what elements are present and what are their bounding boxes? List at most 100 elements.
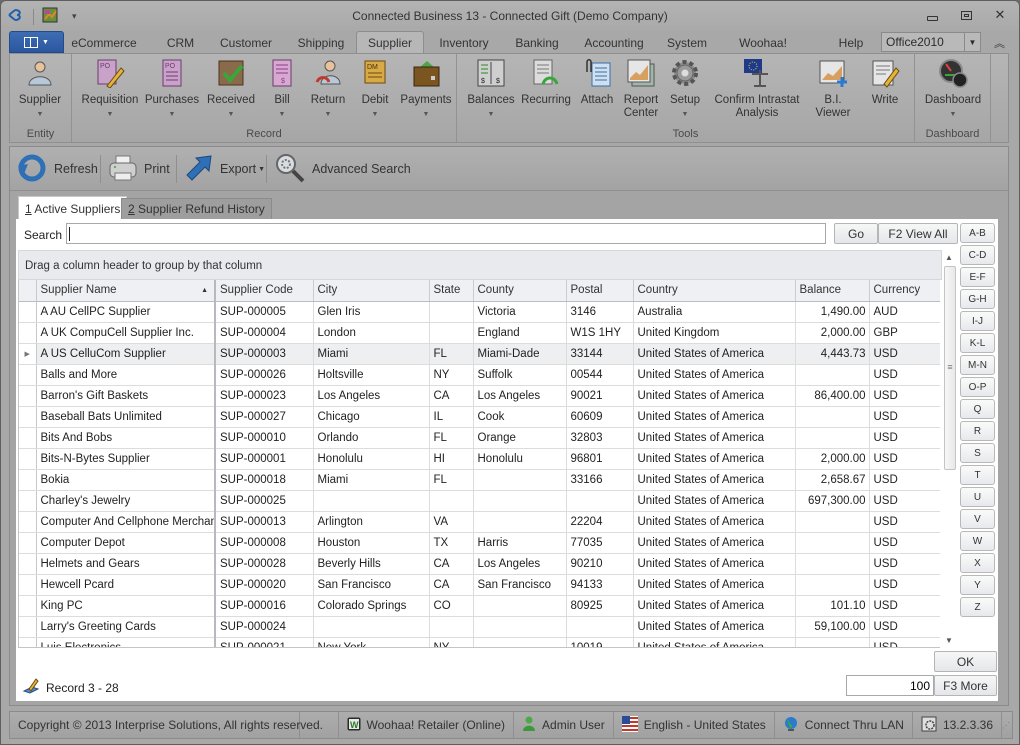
confirm-intrastat-analysis-button[interactable]: Confirm Intrastat Analysis (709, 56, 805, 120)
cell-country[interactable]: United States of America (633, 448, 796, 470)
cell-supplier-code[interactable]: SUP-000026 (215, 364, 314, 386)
payments-button[interactable]: Payments ▼ (398, 56, 454, 121)
ribbon-tab-supplier[interactable]: Supplier (356, 31, 424, 53)
cell-county[interactable]: Los Angeles (473, 385, 567, 407)
ribbon-tab-customer[interactable]: Customer (211, 34, 281, 53)
table-row[interactable]: A AU CellPC Supplier SUP-000005 Glen Iris V… (19, 301, 940, 323)
setup-button[interactable]: Setup ▼ (667, 56, 703, 121)
cell-currency[interactable]: USD (869, 553, 940, 575)
cell-state[interactable]: VA (429, 511, 474, 533)
cell-supplier-name[interactable]: Baseball Bats Unlimited (36, 406, 216, 428)
ribbon-tab-ecommerce[interactable]: eCommerce (69, 34, 139, 53)
cell-supplier-code[interactable]: SUP-000003 (215, 343, 314, 365)
column-header-supplier-code[interactable]: Supplier Code (215, 280, 314, 302)
alpha-filter-u[interactable]: U (960, 487, 995, 507)
supplier-button[interactable]: Supplier ▼ (16, 56, 64, 121)
cell-city[interactable]: Los Angeles (313, 385, 430, 407)
cell-city[interactable]: San Francisco (313, 574, 430, 596)
cell-supplier-name[interactable]: Balls and More (36, 364, 216, 386)
cell-supplier-name[interactable]: Computer And Cellphone Merchant (36, 511, 216, 533)
cell-balance[interactable] (795, 427, 870, 449)
ok-button[interactable]: OK (934, 651, 997, 672)
cell-country[interactable]: United States of America (633, 469, 796, 491)
row-indicator[interactable] (19, 511, 37, 533)
return-button[interactable]: Return ▼ (306, 56, 350, 121)
cell-supplier-code[interactable]: SUP-000010 (215, 427, 314, 449)
cell-county[interactable]: Cook (473, 406, 567, 428)
cell-city[interactable]: Glen Iris (313, 301, 430, 323)
cell-supplier-name[interactable]: King PC (36, 595, 216, 617)
cell-supplier-name[interactable]: Barron's Gift Baskets (36, 385, 216, 407)
cell-county[interactable]: Victoria (473, 301, 567, 323)
row-indicator[interactable] (19, 637, 37, 647)
table-row[interactable]: Barron's Gift Baskets SUP-000023 Los Angel… (19, 385, 940, 407)
cell-county[interactable]: Honolulu (473, 448, 567, 470)
ribbon-tab-system[interactable]: System (661, 34, 713, 53)
cell-balance[interactable] (795, 532, 870, 554)
table-row[interactable]: Bokia SUP-000018 Miami FL 33166 United States… (19, 469, 940, 491)
bi-viewer-button[interactable]: B.I. Viewer (807, 56, 859, 120)
row-indicator[interactable] (19, 532, 37, 554)
cell-supplier-code[interactable]: SUP-000001 (215, 448, 314, 470)
bill-button[interactable]: $ Bill ▼ (264, 56, 300, 121)
cell-city[interactable]: Houston (313, 532, 430, 554)
table-row[interactable]: Bits-N-Bytes Supplier SUP-000001 Honolulu H… (19, 448, 940, 470)
cell-city[interactable]: Miami (313, 343, 430, 365)
cell-state[interactable]: NY (429, 364, 474, 386)
cell-country[interactable]: United States of America (633, 406, 796, 428)
alpha-filter-i-j[interactable]: I-J (960, 311, 995, 331)
cell-supplier-name[interactable]: Luis Electronics (36, 637, 216, 647)
cell-balance[interactable] (795, 574, 870, 596)
alpha-filter-q[interactable]: Q (960, 399, 995, 419)
column-header-supplier-name[interactable]: Supplier Name ▲ (36, 280, 216, 302)
cell-county[interactable]: England (473, 322, 567, 344)
cell-postal[interactable]: 33166 (566, 469, 634, 491)
column-header-balance[interactable]: Balance (795, 280, 870, 302)
cell-supplier-code[interactable]: SUP-000023 (215, 385, 314, 407)
cell-country[interactable]: United States of America (633, 511, 796, 533)
cell-postal[interactable]: 3146 (566, 301, 634, 323)
ribbon-tab-shipping[interactable]: Shipping (289, 34, 353, 53)
cell-currency[interactable]: AUD (869, 301, 940, 323)
cell-city[interactable]: Holtsville (313, 364, 430, 386)
alpha-filter-o-p[interactable]: O-P (960, 377, 995, 397)
cell-country[interactable]: United States of America (633, 427, 796, 449)
table-row[interactable]: A UK CompuCell Supplier Inc. SUP-000004 Lo… (19, 322, 940, 344)
cell-state[interactable]: TX (429, 532, 474, 554)
column-header-postal[interactable]: Postal (566, 280, 634, 302)
cell-balance[interactable]: 2,000.00 (795, 448, 870, 470)
cell-supplier-name[interactable]: Computer Depot (36, 532, 216, 554)
tab-active-suppliers[interactable]: 1 Active Suppliers (18, 196, 128, 220)
cell-state[interactable]: CA (429, 553, 474, 575)
table-row[interactable]: Bits And Bobs SUP-000010 Orlando FL Orange 32… (19, 427, 940, 449)
alpha-filter-e-f[interactable]: E-F (960, 267, 995, 287)
cell-currency[interactable]: USD (869, 490, 940, 512)
scrollbar-thumb[interactable]: ≡ (944, 266, 956, 470)
report-center-button[interactable]: Report Center (621, 56, 661, 120)
table-row[interactable]: King PC SUP-000016 Colorado Springs CO 80925… (19, 595, 940, 617)
cell-state[interactable] (429, 301, 474, 323)
cell-balance[interactable]: 697,300.00 (795, 490, 870, 512)
cell-balance[interactable]: 2,658.67 (795, 469, 870, 491)
search-input[interactable] (66, 223, 826, 244)
column-header-county[interactable]: County (473, 280, 567, 302)
cell-supplier-code[interactable]: SUP-000016 (215, 595, 314, 617)
cell-supplier-name[interactable]: Bits-N-Bytes Supplier (36, 448, 216, 470)
cell-currency[interactable]: USD (869, 427, 940, 449)
scroll-up-icon[interactable]: ▲ (945, 253, 953, 262)
row-indicator[interactable] (19, 595, 37, 617)
cell-state[interactable]: HI (429, 448, 474, 470)
cell-city[interactable]: Chicago (313, 406, 430, 428)
row-indicator[interactable] (19, 574, 37, 596)
cell-supplier-name[interactable]: Hewcell Pcard (36, 574, 216, 596)
cell-balance[interactable] (795, 637, 870, 647)
cell-county[interactable] (473, 637, 567, 647)
tab-supplier-refund-history[interactable]: 2 Supplier Refund History (121, 198, 272, 220)
cell-currency[interactable]: USD (869, 511, 940, 533)
received-button[interactable]: Received ▼ (206, 56, 256, 121)
cell-state[interactable] (429, 322, 474, 344)
column-header-country[interactable]: Country (633, 280, 796, 302)
cell-country[interactable]: United States of America (633, 574, 796, 596)
cell-country[interactable]: United States of America (633, 490, 796, 512)
cell-currency[interactable]: USD (869, 532, 940, 554)
